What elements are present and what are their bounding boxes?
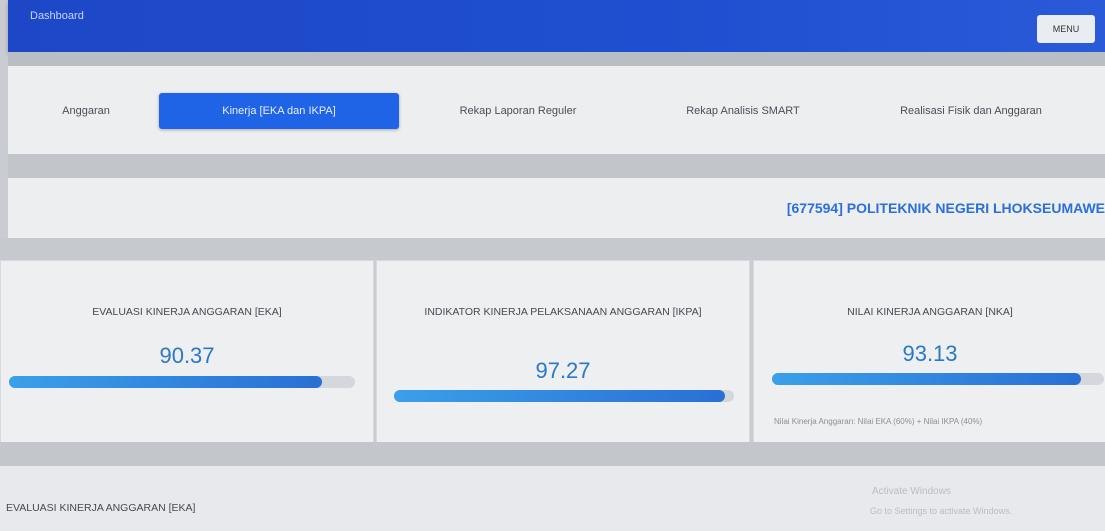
ikpa-progress-fill xyxy=(394,390,725,402)
eka-card-title: EVALUASI KINERJA ANGGARAN [EKA] xyxy=(92,306,282,318)
windows-watermark-title: Activate Windows xyxy=(872,486,951,497)
divider-band xyxy=(0,442,1105,466)
organization-bar: [677594] POLITEKNIK NEGERI LHOKSEUMAWE xyxy=(8,178,1105,238)
ikpa-progress-bar xyxy=(394,390,734,402)
tab-kinerja[interactable]: Kinerja [EKA dan IKPA] xyxy=(159,93,399,129)
tab-rekap-laporan[interactable]: Rekap Laporan Reguler xyxy=(428,93,608,129)
nka-formula-note: Nilai Kinerja Anggaran: Nilai EKA (60%) … xyxy=(774,417,983,426)
nka-card: NILAI KINERJA ANGGARAN [NKA] 93.13 Nilai… xyxy=(753,260,1105,444)
nka-progress-bar xyxy=(772,373,1104,385)
app-title: Dashboard xyxy=(30,10,84,22)
eka-progress-fill xyxy=(9,376,322,388)
ikpa-card-title: INDIKATOR KINERJA PELAKSANAAN ANGGARAN [… xyxy=(424,306,702,318)
eka-section-title: EVALUASI KINERJA ANGGARAN [EKA] xyxy=(6,502,196,514)
ikpa-card: INDIKATOR KINERJA PELAKSANAAN ANGGARAN [… xyxy=(376,260,750,444)
divider-band xyxy=(8,52,1105,66)
windows-watermark-subtitle: Go to Settings to activate Windows. xyxy=(870,506,1013,516)
top-navbar: Dashboard MENU xyxy=(8,0,1105,52)
tab-bar: Anggaran Kinerja [EKA dan IKPA] Rekap La… xyxy=(8,66,1105,154)
tab-rekap-analisis[interactable]: Rekap Analisis SMART xyxy=(658,93,828,129)
nka-progress-fill xyxy=(772,373,1082,385)
menu-button[interactable]: MENU xyxy=(1037,15,1095,43)
eka-section: EVALUASI KINERJA ANGGARAN [EKA] Activate… xyxy=(0,466,1105,531)
tab-realisasi[interactable]: Realisasi Fisik dan Anggaran xyxy=(866,93,1076,129)
eka-progress-bar xyxy=(9,376,355,388)
nka-card-title: NILAI KINERJA ANGGARAN [NKA] xyxy=(847,306,1013,318)
divider-band xyxy=(8,154,1105,178)
organization-name: [677594] POLITEKNIK NEGERI LHOKSEUMAWE xyxy=(786,200,1105,216)
eka-value: 90.37 xyxy=(159,343,215,368)
ikpa-value: 97.27 xyxy=(535,358,591,383)
divider-band xyxy=(0,238,1105,260)
tab-anggaran[interactable]: Anggaran xyxy=(38,93,134,129)
nka-value: 93.13 xyxy=(902,341,958,366)
eka-card: EVALUASI KINERJA ANGGARAN [EKA] 90.37 xyxy=(0,260,374,444)
